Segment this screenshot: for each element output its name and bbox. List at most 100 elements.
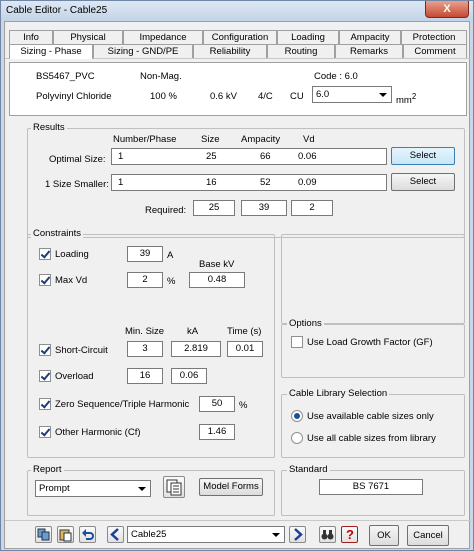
library-group <box>281 394 465 458</box>
header-min-size: Min. Size <box>125 326 165 337</box>
short-circuit-label: Short-Circuit <box>55 345 108 356</box>
maxvd-unit: % <box>167 276 176 287</box>
optimal-size: 25 <box>206 151 217 162</box>
report-title: Report <box>31 464 64 475</box>
tab-sizing-gnd-pe[interactable]: Sizing - GND/PE <box>93 44 193 58</box>
sc-ka[interactable]: 2.819 <box>171 341 221 357</box>
binoculars-icon <box>321 530 334 540</box>
tab-comment[interactable]: Comment <box>403 44 467 58</box>
smaller-vd: 0.09 <box>298 177 317 188</box>
loading-value[interactable]: 39 <box>127 246 163 262</box>
help-button[interactable]: ? <box>341 526 358 543</box>
cable-type: BS5467_PVC <box>36 71 95 82</box>
library-available-label: Use available cable sizes only <box>307 411 434 422</box>
header-ka: kA <box>187 326 199 337</box>
copy-button[interactable] <box>35 526 52 543</box>
cable-size-dropdown[interactable]: 6.0 <box>312 86 392 103</box>
cable-magnetic: Non-Mag. <box>140 71 182 82</box>
loading-checkbox[interactable] <box>39 248 51 260</box>
next-button[interactable] <box>289 526 306 543</box>
chevron-down-icon <box>138 487 146 491</box>
library-available-radio[interactable] <box>291 410 303 422</box>
overload-checkbox[interactable] <box>39 370 51 382</box>
optimal-size-row[interactable]: 1 25 66 0.06 <box>111 148 387 165</box>
smaller-n: 1 <box>118 177 124 188</box>
cable-code: Code : 6.0 <box>314 71 358 82</box>
zero-sequence-unit: % <box>239 400 248 411</box>
cable-conductors: 4/C <box>258 91 273 102</box>
tab-ampacity[interactable]: Ampacity <box>339 30 401 44</box>
undo-icon <box>82 529 94 540</box>
copy-icon <box>37 528 50 541</box>
required-vd: 2 <box>291 200 333 216</box>
short-circuit-checkbox[interactable] <box>39 344 51 356</box>
library-title: Cable Library Selection <box>287 388 390 399</box>
other-harmonic-value[interactable]: 1.46 <box>199 424 235 440</box>
zero-sequence-value[interactable]: 50 <box>199 396 235 412</box>
paste-icon <box>59 529 72 542</box>
report-dropdown[interactable]: Prompt <box>35 480 151 497</box>
arrow-right-icon <box>294 528 303 541</box>
sc-time[interactable]: 0.01 <box>227 341 263 357</box>
other-harmonic-label: Other Harmonic (Cf) <box>55 427 141 438</box>
smaller-size: 16 <box>206 177 217 188</box>
zero-sequence-checkbox[interactable] <box>39 398 51 410</box>
cable-size-unit: mm2 <box>396 92 416 106</box>
dialog-client: Info Physical Impedance Configuration Lo… <box>4 21 471 549</box>
ok-button[interactable]: OK <box>369 525 399 546</box>
undo-button[interactable] <box>79 526 96 543</box>
select-optimal-button[interactable]: Select <box>391 147 455 165</box>
cable-insulation: Polyvinyl Chloride <box>36 91 112 102</box>
required-label: Required: <box>145 205 187 216</box>
tab-remarks[interactable]: Remarks <box>335 44 403 58</box>
maxvd-value[interactable]: 2 <box>127 272 163 288</box>
smaller-size-label: 1 Size Smaller: <box>45 179 109 190</box>
basekv-label: Base kV <box>199 259 235 270</box>
smaller-amp: 52 <box>260 177 271 188</box>
overload-value-1[interactable]: 16 <box>127 368 163 384</box>
close-button[interactable]: X <box>425 1 469 18</box>
arrow-left-icon <box>110 528 119 541</box>
optimal-vd: 0.06 <box>298 151 317 162</box>
model-forms-button[interactable]: Model Forms <box>199 478 263 496</box>
overload-value-2[interactable]: 0.06 <box>171 368 207 384</box>
title-bar[interactable]: Cable Editor - Cable25 X <box>1 1 473 21</box>
tab-sizing-phase[interactable]: Sizing - Phase <box>9 44 93 59</box>
maxvd-checkbox[interactable] <box>39 274 51 286</box>
zero-sequence-label: Zero Sequence/Triple Harmonic <box>55 399 190 410</box>
header-time: Time (s) <box>227 326 262 337</box>
standard-value: BS 7671 <box>319 479 423 495</box>
cable-selector-dropdown[interactable]: Cable25 <box>127 526 285 543</box>
library-all-radio[interactable] <box>291 432 303 444</box>
find-button[interactable] <box>319 526 336 543</box>
info-box <box>281 234 465 324</box>
optimal-size-label: Optimal Size: <box>49 154 106 165</box>
required-amp: 39 <box>241 200 287 216</box>
loading-unit: A <box>167 250 174 261</box>
help-icon: ? <box>346 527 354 542</box>
smaller-size-row[interactable]: 1 16 52 0.09 <box>111 174 387 191</box>
tab-protection[interactable]: Protection <box>401 30 467 44</box>
report-value: Prompt <box>39 483 70 494</box>
tab-info[interactable]: Info <box>9 30 53 44</box>
sc-min-size[interactable]: 3 <box>127 341 163 357</box>
cancel-button[interactable]: Cancel <box>407 525 449 546</box>
basekv-value[interactable]: 0.48 <box>189 272 245 288</box>
tab-configuration[interactable]: Configuration <box>203 30 277 44</box>
report-print-button[interactable] <box>163 476 185 498</box>
other-harmonic-checkbox[interactable] <box>39 426 51 438</box>
tab-reliability[interactable]: Reliability <box>193 44 267 58</box>
tab-impedance[interactable]: Impedance <box>123 30 203 44</box>
tab-physical[interactable]: Physical <box>53 30 123 44</box>
unit-exponent: 2 <box>411 92 417 101</box>
cable-selector-value: Cable25 <box>131 529 167 540</box>
select-smaller-button[interactable]: Select <box>391 173 455 191</box>
results-title: Results <box>31 122 67 133</box>
previous-button[interactable] <box>107 526 124 543</box>
load-growth-checkbox[interactable] <box>291 336 303 348</box>
tab-loading[interactable]: Loading <box>277 30 339 44</box>
paste-button[interactable] <box>57 526 74 543</box>
cable-info-panel: BS5467_PVC Non-Mag. Code : 6.0 Polyvinyl… <box>9 62 467 116</box>
tab-routing[interactable]: Routing <box>267 44 335 58</box>
cable-percent: 100 % <box>150 91 177 102</box>
